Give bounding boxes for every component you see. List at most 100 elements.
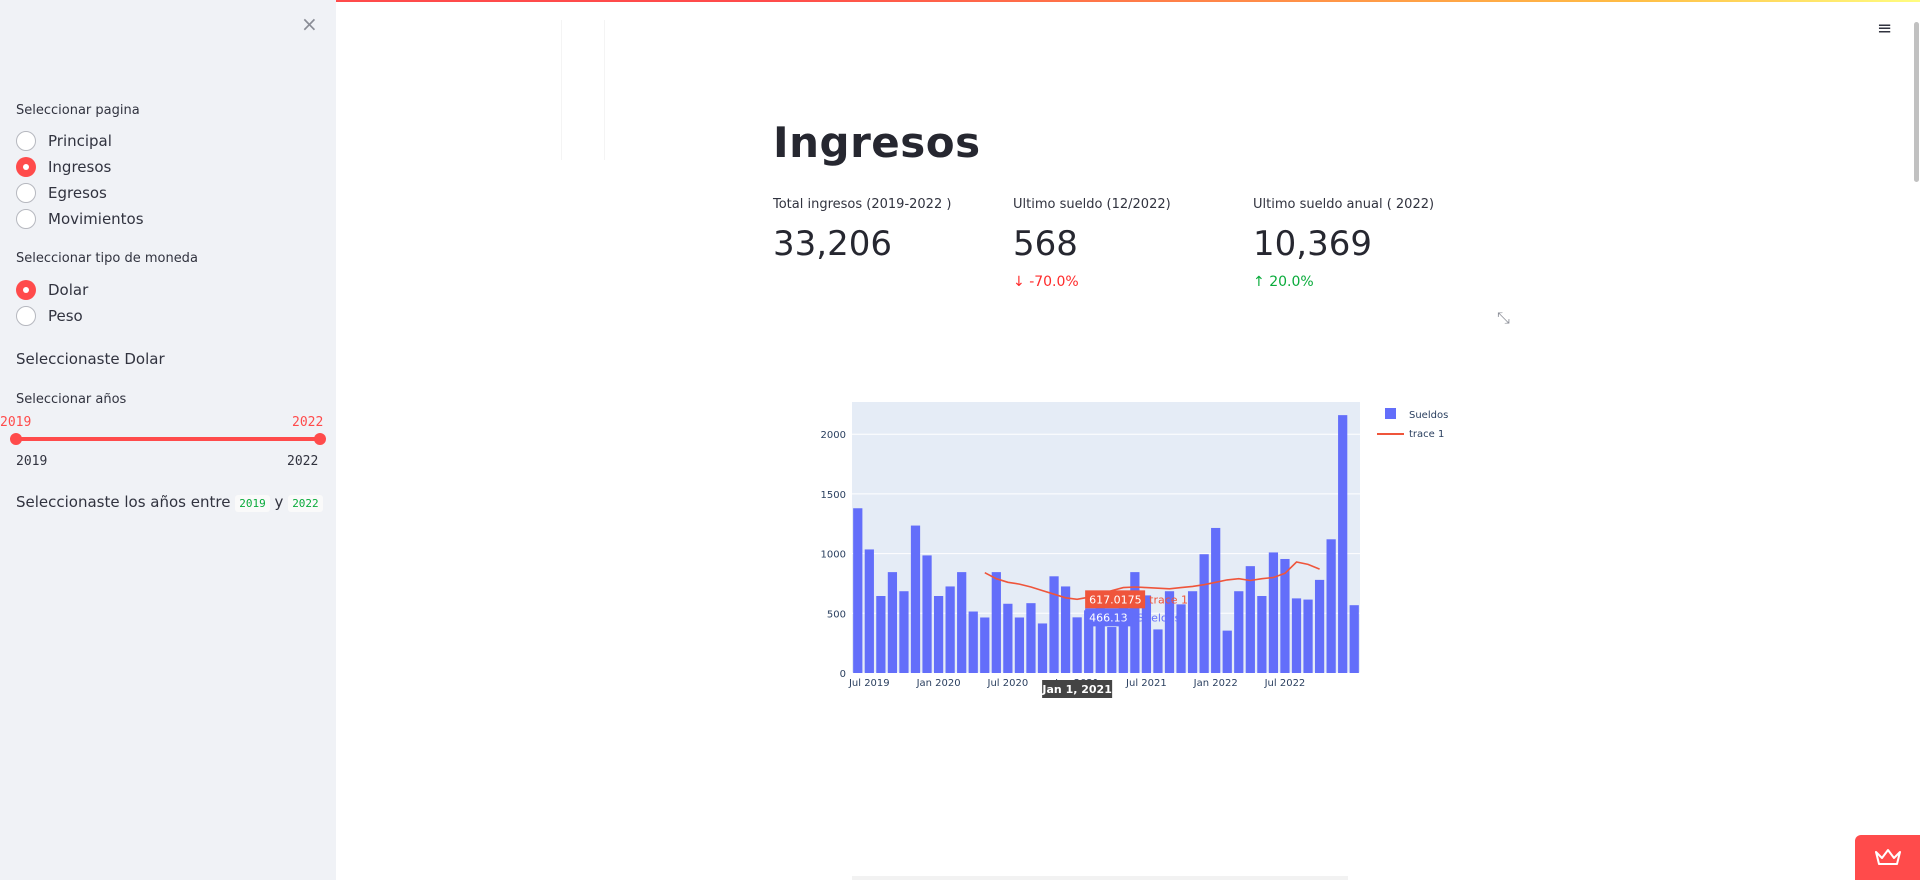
sidebar: × Seleccionar pagina Principal Ingresos … <box>0 0 336 880</box>
bar-sueldos <box>1060 586 1071 673</box>
slider-max-label: 2022 <box>287 454 319 469</box>
years-end-chip: 2022 <box>288 495 323 512</box>
radio-option-label: Ingresos <box>48 158 112 176</box>
bar-sueldos <box>1245 566 1255 673</box>
x-tick-label: Jul 2021 <box>1125 678 1167 689</box>
bar-sueldos <box>1003 603 1013 673</box>
metric-delta: ↓ -70.0% <box>1013 274 1171 290</box>
radio-option-egresos[interactable]: Egresos <box>16 182 107 204</box>
close-sidebar-icon[interactable]: × <box>301 13 318 35</box>
radio-option-movimientos[interactable]: Movimientos <box>16 208 144 230</box>
metric-total-ingresos: Total ingresos (2019-2022 ) 33,206 <box>773 197 951 264</box>
bar-sueldos <box>1211 527 1221 673</box>
bar-sueldos <box>1257 595 1267 673</box>
bar-sueldos <box>1037 623 1048 673</box>
bar-sueldos <box>1026 603 1036 673</box>
radio-button-icon[interactable] <box>16 183 36 203</box>
scrollbar[interactable] <box>1914 22 1919 182</box>
bar-sueldos <box>1338 415 1348 673</box>
hover-value-trace-1: 617.0175 <box>1089 593 1142 606</box>
y-tick-label: 1500 <box>821 490 846 501</box>
streamlit-brand-button[interactable] <box>1855 835 1920 880</box>
metric-delta: ↑ 20.0% <box>1253 274 1434 290</box>
legend-swatch-sueldos <box>1385 408 1396 419</box>
metric-ultimo-sueldo-anual: Ultimo sueldo anual ( 2022) 10,369 ↑ 20.… <box>1253 197 1434 290</box>
bar-sueldos <box>1234 591 1244 673</box>
radio-option-ingresos[interactable]: Ingresos <box>16 156 111 178</box>
y-tick-label: 0 <box>840 669 846 680</box>
bar-sueldos <box>945 586 955 673</box>
bar-sueldos <box>853 508 863 673</box>
radio-button-icon[interactable] <box>16 306 36 326</box>
bar-sueldos <box>887 572 898 673</box>
bar-sueldos <box>1326 539 1336 673</box>
bar-sueldos <box>1291 598 1302 673</box>
bar-sueldos <box>910 525 921 673</box>
radio-button-icon[interactable] <box>16 131 36 151</box>
metric-delta-value: -70.0% <box>1029 274 1079 290</box>
currency-message: Seleccionaste Dolar <box>16 350 165 368</box>
years-slider-track[interactable] <box>16 437 320 441</box>
metric-value: 10,369 <box>1253 224 1372 264</box>
expand-icon[interactable]: ⤡ <box>1497 308 1510 328</box>
years-start-chip: 2019 <box>235 495 270 512</box>
bar-sueldos <box>876 595 886 673</box>
slider-handle-low[interactable] <box>10 433 22 445</box>
bar-sueldos <box>991 572 1001 673</box>
slider-min-label: 2019 <box>16 454 48 469</box>
years-message-connector: y <box>274 493 284 511</box>
radio-button-selected-icon[interactable] <box>16 157 36 177</box>
page-title: Ingresos <box>773 118 981 167</box>
radio-option-label: Dolar <box>48 281 89 299</box>
next-chart-edge <box>852 876 1348 880</box>
legend-label-sueldos: Sueldos <box>1409 410 1448 421</box>
radio-button-icon[interactable] <box>16 209 36 229</box>
radio-option-dolar[interactable]: Dolar <box>16 279 88 301</box>
x-tick-label: Jul 2019 <box>848 678 890 689</box>
y-tick-label: 500 <box>827 609 846 620</box>
bar-sueldos <box>980 617 990 673</box>
bar-sueldos <box>1072 617 1082 673</box>
bar-sueldos <box>1199 554 1209 673</box>
bar-sueldos <box>1153 629 1163 673</box>
hover-value-sueldos: 466.13 <box>1089 611 1128 624</box>
radio-option-label: Principal <box>48 132 112 150</box>
radio-button-selected-icon[interactable] <box>16 280 36 300</box>
bar-sueldos <box>1222 630 1232 673</box>
bar-sueldos <box>1349 605 1359 673</box>
metric-label: Ultimo sueldo anual ( 2022) <box>1253 197 1435 212</box>
slider-handle-high[interactable] <box>314 433 326 445</box>
crown-icon <box>1875 849 1901 865</box>
bar-sueldos <box>864 549 874 673</box>
metric-label: Ultimo sueldo (12/2022) <box>1013 197 1171 212</box>
radio-option-label: Egresos <box>48 184 107 202</box>
bar-sueldos <box>1107 627 1117 673</box>
bar-sueldos <box>1303 599 1313 673</box>
sueldos-chart[interactable]: 0 500 1000 1500 2000 Jul 2019 Jan 2020 Jul 2020… <box>780 380 1480 710</box>
radio-option-principal[interactable]: Principal <box>16 130 112 152</box>
slider-value-high: 2022 <box>292 415 324 430</box>
x-tick-label: Jul 2020 <box>987 678 1029 689</box>
metric-label: Total ingresos (2019-2022 ) <box>773 197 952 212</box>
hover-name-trace-1: trace 1 <box>1149 593 1188 606</box>
bar-sueldos <box>957 572 967 673</box>
hover-x-label: Jan 1, 2021 <box>1041 683 1111 696</box>
bar-sueldos <box>1268 552 1279 673</box>
bar-sueldos <box>933 595 944 673</box>
x-tick-label: Jan 2022 <box>1193 678 1238 689</box>
currency-selector-label: Seleccionar tipo de moneda <box>16 251 198 266</box>
bar-sueldos <box>1187 591 1198 673</box>
hover-name-sueldos: Sueldos <box>1137 611 1180 624</box>
x-tick-label: Jul 2022 <box>1264 678 1306 689</box>
arrow-up-icon: ↑ <box>1253 274 1265 290</box>
bar-sueldos <box>922 555 932 673</box>
radio-option-peso[interactable]: Peso <box>16 305 83 327</box>
years-message: Seleccionaste los años entre 2019 y 2022 <box>16 493 323 512</box>
bar-sueldos <box>1014 617 1025 673</box>
metric-value: 33,206 <box>773 224 892 264</box>
y-tick-label: 1000 <box>821 550 846 561</box>
hamburger-icon[interactable]: ≡ <box>1877 18 1892 39</box>
page-selector-label: Seleccionar pagina <box>16 103 140 118</box>
faint-placeholder <box>561 20 605 160</box>
bar-sueldos <box>1314 579 1325 673</box>
